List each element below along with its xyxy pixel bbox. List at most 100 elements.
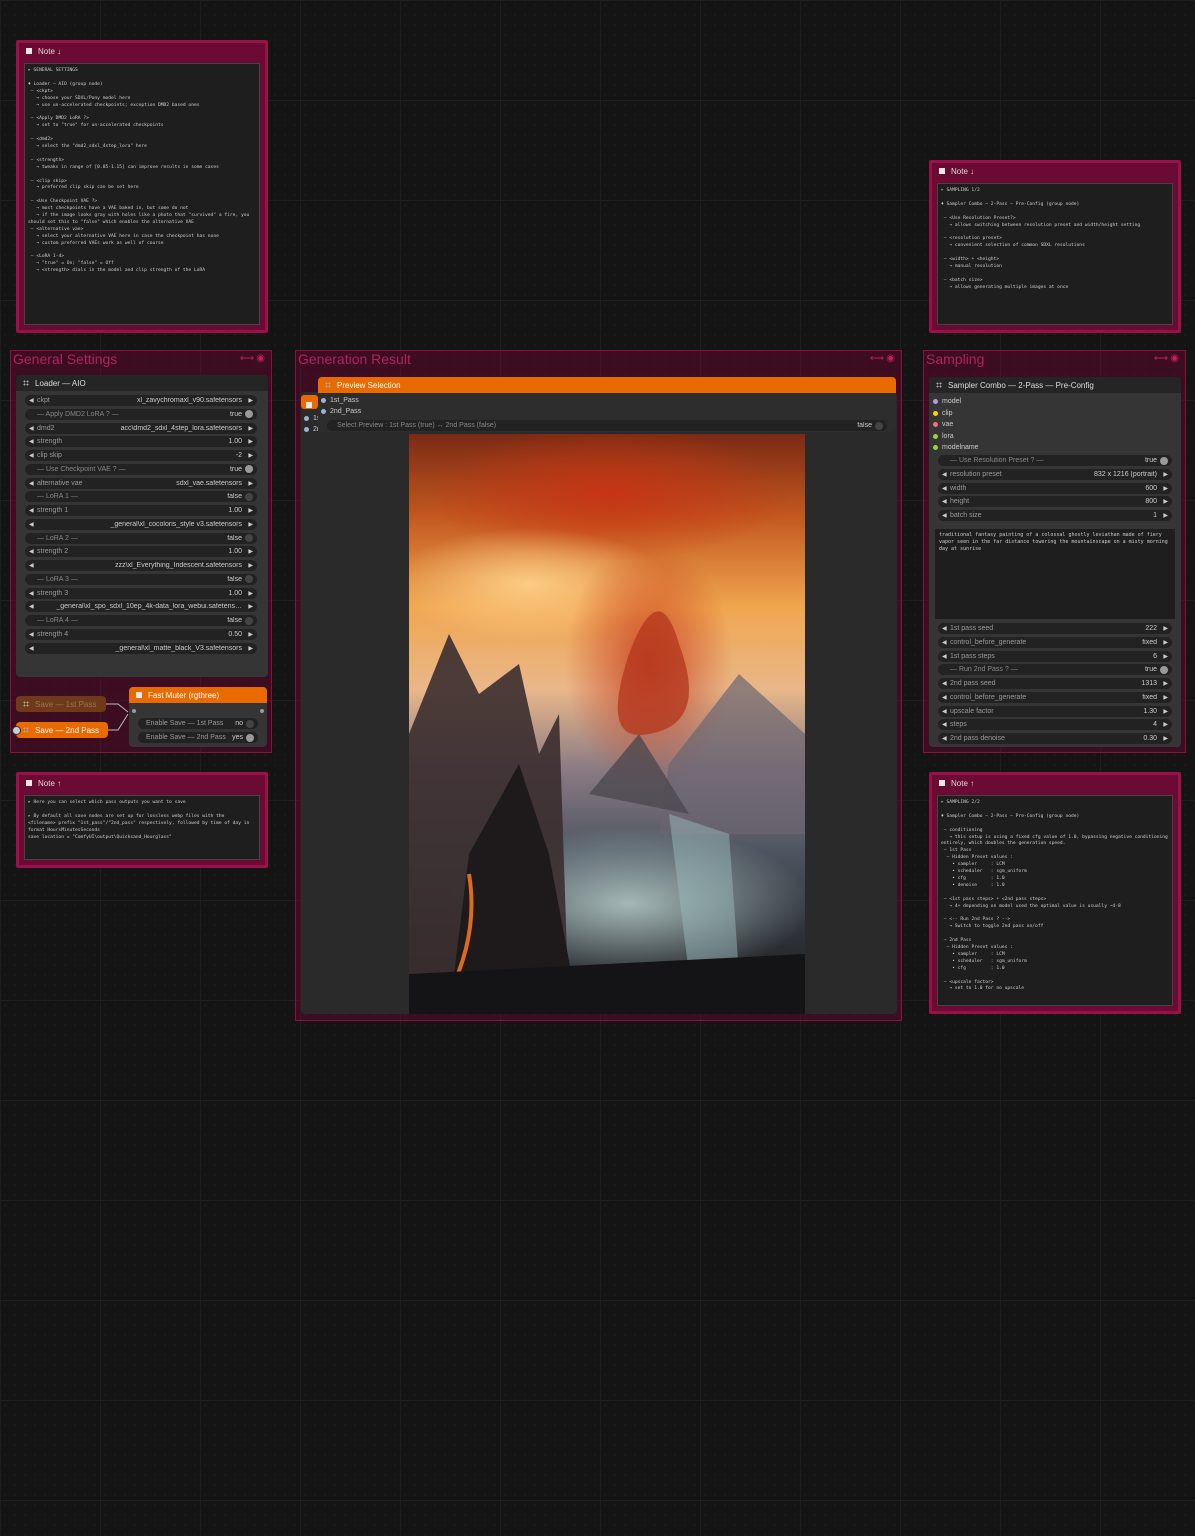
- increment-arrow-icon[interactable]: ▶: [1160, 625, 1168, 632]
- toggle-icon[interactable]: [245, 534, 253, 542]
- node-header[interactable]: Save — 2nd Pass: [16, 722, 108, 738]
- increment-arrow-icon[interactable]: ▶: [1160, 735, 1168, 742]
- input-2nd-pass[interactable]: 2nd_Pass: [321, 408, 361, 415]
- toggle-widget[interactable]: — LoRA 3 — false: [25, 573, 257, 585]
- group-icons[interactable]: ⟷◉: [870, 353, 897, 364]
- increment-arrow-icon[interactable]: ▶: [245, 603, 253, 610]
- toggle-widget[interactable]: — Run 2nd Pass ? — true: [938, 664, 1172, 676]
- number-widget[interactable]: ◀ 1st pass steps 6 ▶: [938, 650, 1172, 662]
- increment-arrow-icon[interactable]: ▶: [245, 548, 253, 555]
- socket-dot[interactable]: [933, 410, 938, 416]
- node-header[interactable]: Preview Selection: [318, 377, 896, 393]
- toggle-icon[interactable]: [245, 492, 253, 501]
- increment-arrow-icon[interactable]: ▶: [245, 631, 253, 638]
- socket-dot[interactable]: [321, 398, 326, 403]
- save-2nd-pass-node[interactable]: Save — 2nd Pass: [16, 722, 108, 738]
- output-dot[interactable]: [260, 709, 264, 713]
- link-icon[interactable]: ⟷: [240, 353, 256, 364]
- decrement-arrow-icon[interactable]: ◀: [942, 625, 950, 632]
- decrement-arrow-icon[interactable]: ◀: [29, 438, 37, 445]
- decrement-arrow-icon[interactable]: ◀: [29, 425, 37, 432]
- save-1st-pass-node[interactable]: Save — 1st Pass: [16, 696, 106, 712]
- combo-widget[interactable]: ◀ resolution preset 832 x 1216 (portrait) ▶: [938, 468, 1172, 480]
- number-widget[interactable]: ◀ width 600 ▶: [938, 482, 1172, 494]
- note-text[interactable]: ▸ SAMPLING 2/2 ♦ Sampler Combo — 2-Pass …: [937, 795, 1173, 1006]
- preview-image-node[interactable]: 1s 2n: [301, 392, 897, 1014]
- combo-widget[interactable]: ◀ _general\xl_cocoloris_style v3.safetens…: [25, 518, 257, 530]
- number-widget[interactable]: ◀ strength 1 1.00 ▶: [25, 505, 257, 516]
- collapse-icon[interactable]: [939, 780, 945, 786]
- increment-arrow-icon[interactable]: ▶: [245, 425, 253, 432]
- increment-arrow-icon[interactable]: ▶: [1160, 498, 1168, 505]
- decrement-arrow-icon[interactable]: ◀: [942, 708, 950, 715]
- input-socket-modelname[interactable]: modelname: [933, 444, 979, 451]
- note-sampling-2[interactable]: Note ↑ ▸ SAMPLING 2/2 ♦ Sampler Combo — …: [929, 772, 1181, 1014]
- increment-arrow-icon[interactable]: ▶: [245, 480, 253, 487]
- decrement-arrow-icon[interactable]: ◀: [942, 485, 950, 492]
- decrement-arrow-icon[interactable]: ◀: [29, 603, 37, 610]
- fast-muter-node[interactable]: Fast Muter (rgthree) Enable Save — 1st P…: [129, 687, 267, 747]
- note-sampling-1[interactable]: Note ↓ ▸ SAMPLING 1/2 ♦ Sampler Combo — …: [929, 160, 1181, 333]
- toggle-icon[interactable]: [245, 410, 253, 419]
- increment-arrow-icon[interactable]: ▶: [1160, 485, 1168, 492]
- increment-arrow-icon[interactable]: ▶: [245, 645, 253, 652]
- decrement-arrow-icon[interactable]: ◀: [942, 721, 950, 728]
- eye-icon[interactable]: ◉: [256, 353, 267, 364]
- increment-arrow-icon[interactable]: ▶: [1160, 680, 1168, 687]
- combo-widget[interactable]: ◀ _general\xl_matte_black_V3.safetensors ▶: [25, 642, 257, 654]
- input-socket-clip[interactable]: clip: [933, 410, 953, 417]
- node-header[interactable]: Sampler Combo — 2-Pass — Pre-Config: [929, 377, 1181, 393]
- socket-dot[interactable]: [304, 416, 309, 421]
- output-dot[interactable]: [132, 709, 136, 713]
- decrement-arrow-icon[interactable]: ◀: [942, 653, 950, 660]
- note-text[interactable]: ▸ GENERAL SETTINGS ♦ Loader — AIO (group…: [24, 63, 260, 325]
- decrement-arrow-icon[interactable]: ◀: [942, 498, 950, 505]
- combo-widget[interactable]: ◀ ckpt xl_zavychromaxl_v90.safetensors ▶: [25, 395, 257, 406]
- toggle-widget[interactable]: — Use Resolution Preset ? — true: [938, 455, 1172, 466]
- enable-save-1st-toggle[interactable]: Enable Save — 1st Pass no: [138, 718, 258, 729]
- toggle-widget[interactable]: — LoRA 1 — false: [25, 491, 257, 503]
- decrement-arrow-icon[interactable]: ◀: [29, 562, 37, 569]
- decrement-arrow-icon[interactable]: ◀: [29, 521, 37, 528]
- note-text[interactable]: ▸ SAMPLING 1/2 ♦ Sampler Combo — 2-Pass …: [937, 183, 1173, 325]
- number-widget[interactable]: ◀ steps 4 ▶: [938, 719, 1172, 731]
- decrement-arrow-icon[interactable]: ◀: [942, 680, 950, 687]
- decrement-arrow-icon[interactable]: ◀: [29, 480, 37, 487]
- group-icons[interactable]: ⟷◉: [1154, 353, 1181, 364]
- combo-widget[interactable]: ◀ alternative vae sdxl_vae.safetensors ▶: [25, 477, 257, 489]
- decrement-arrow-icon[interactable]: ◀: [29, 548, 37, 555]
- toggle-widget[interactable]: — Apply DMD2 LoRA ? — true: [25, 408, 257, 420]
- number-widget[interactable]: ◀ upscale factor 1.30 ▶: [938, 705, 1172, 717]
- increment-arrow-icon[interactable]: ▶: [1160, 708, 1168, 715]
- socket-dot[interactable]: [933, 399, 938, 404]
- number-widget[interactable]: ◀ clip skip -2 ▶: [25, 450, 257, 461]
- increment-arrow-icon[interactable]: ▶: [1160, 639, 1168, 646]
- toggle-icon[interactable]: [245, 616, 253, 625]
- node-header[interactable]: Fast Muter (rgthree): [129, 687, 267, 703]
- generated-image[interactable]: [409, 434, 805, 1014]
- note-header[interactable]: Note ↑: [932, 775, 1178, 791]
- decrement-arrow-icon[interactable]: ◀: [942, 512, 950, 519]
- input-1st-pass[interactable]: 1st_Pass: [321, 397, 359, 404]
- increment-arrow-icon[interactable]: ▶: [1160, 512, 1168, 519]
- socket-dot[interactable]: [933, 433, 938, 439]
- node-header[interactable]: Save — 1st Pass: [16, 696, 106, 712]
- decrement-arrow-icon[interactable]: ◀: [29, 397, 37, 404]
- toggle-icon[interactable]: [246, 719, 254, 728]
- decrement-arrow-icon[interactable]: ◀: [942, 639, 950, 646]
- decrement-arrow-icon[interactable]: ◀: [942, 735, 950, 742]
- toggle-icon[interactable]: [1160, 456, 1168, 465]
- prompt-textarea[interactable]: traditional fantasy painting of a coloss…: [935, 529, 1175, 619]
- note-header[interactable]: Note ↑: [19, 775, 265, 791]
- number-widget[interactable]: ◀ 2nd pass seed 1313 ▶: [938, 678, 1172, 689]
- combo-widget[interactable]: ◀ control_before_generate fixed ▶: [938, 691, 1172, 703]
- collapse-icon[interactable]: [939, 168, 945, 174]
- number-widget[interactable]: ◀ strength 4 0.50 ▶: [25, 628, 257, 640]
- input-socket-lora[interactable]: lora: [933, 433, 954, 440]
- note-save[interactable]: Note ↑ ▸ Here you can select which pass …: [16, 772, 268, 868]
- socket-dot[interactable]: [321, 409, 326, 414]
- increment-arrow-icon[interactable]: ▶: [245, 562, 253, 569]
- decrement-arrow-icon[interactable]: ◀: [942, 694, 950, 701]
- toggle-widget[interactable]: — LoRA 2 — false: [25, 532, 257, 544]
- number-widget[interactable]: ◀ height 800 ▶: [938, 496, 1172, 508]
